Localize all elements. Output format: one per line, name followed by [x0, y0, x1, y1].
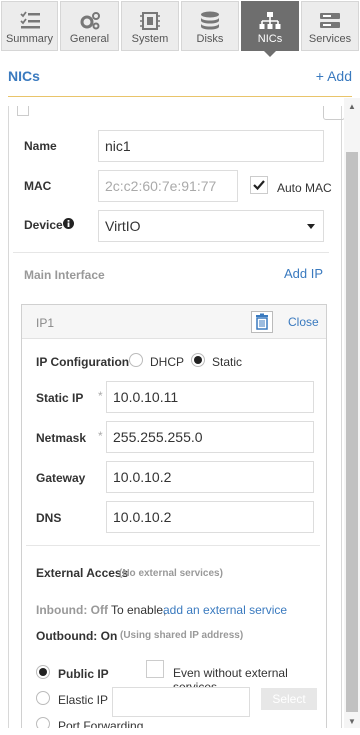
elastic-ip-input[interactable]: [112, 687, 250, 717]
database-icon: [201, 11, 219, 30]
ip-close-button[interactable]: Close: [288, 315, 319, 329]
netmask-label: Netmask: [36, 431, 87, 445]
gears-icon: [80, 12, 100, 30]
add-nic-button[interactable]: + Add: [316, 68, 352, 84]
add-ip-button[interactable]: Add IP: [284, 266, 323, 281]
tab-services-label: Services: [308, 33, 352, 45]
required-mark: *: [98, 429, 103, 443]
ip-delete-button[interactable]: [251, 311, 273, 333]
scrollbar[interactable]: ▲ ▼: [344, 98, 360, 728]
add-external-service-link[interactable]: add an external service: [163, 603, 287, 617]
checkmark-icon: [253, 180, 265, 191]
tab-disks[interactable]: Disks: [181, 1, 239, 51]
tab-system-label: System: [131, 33, 169, 45]
ip-panel: IP1 Close IP Configuration DHCP Static S…: [21, 304, 327, 728]
gateway-input[interactable]: 10.0.10.2: [106, 461, 314, 493]
port-forwarding-label: Port Forwarding: [58, 719, 144, 728]
tab-nics-label: NICs: [257, 33, 283, 45]
device-select-value: VirtIO: [105, 218, 141, 234]
mac-input[interactable]: 2c:c2:60:7e:91:77: [98, 170, 238, 202]
external-access-note: (No external services): [119, 568, 223, 579]
elastic-ip-label: Elastic IP: [58, 693, 109, 707]
auto-mac-label: Auto MAC: [277, 181, 332, 195]
main-interface-label: Main Interface: [24, 268, 105, 282]
tab-nics[interactable]: NICs: [241, 1, 299, 51]
ip-panel-title: IP1: [36, 316, 55, 330]
chevron-down-icon: [307, 224, 315, 229]
netmask-input[interactable]: 255.255.255.0: [106, 421, 314, 453]
outbound-label: Outbound: On: [36, 629, 118, 643]
public-ip-label: Public IP: [58, 667, 109, 681]
static-radio[interactable]: [191, 353, 205, 367]
dhcp-radio[interactable]: [129, 353, 143, 367]
header-divider: [8, 96, 352, 97]
info-icon[interactable]: [63, 218, 74, 229]
auto-mac-checkbox[interactable]: [250, 176, 268, 194]
chip-icon: [140, 12, 160, 30]
services-icon: [320, 13, 340, 28]
device-label: Device: [24, 218, 63, 232]
dns-input[interactable]: 10.0.10.2: [106, 501, 314, 533]
port-forwarding-radio[interactable]: [36, 717, 50, 728]
tab-bar: Summary General System Disks NICs Servic…: [0, 0, 360, 57]
ip-panel-header: IP1 Close: [22, 305, 326, 339]
summary-list-icon: [19, 11, 40, 29]
static-ip-label: Static IP: [36, 391, 84, 405]
public-ip-radio[interactable]: [36, 665, 50, 679]
inbound-text: To enable,: [111, 603, 167, 617]
ip-config-label: IP Configuration: [36, 355, 130, 369]
network-icon: [259, 12, 281, 29]
divider: [26, 545, 320, 546]
nic-list: Name nic1 MAC 2c:c2:60:7e:91:77 Auto MAC…: [0, 98, 344, 728]
tab-services[interactable]: Services: [301, 1, 359, 51]
page-title: NICs: [8, 68, 40, 84]
nic-card: Name nic1 MAC 2c:c2:60:7e:91:77 Auto MAC…: [8, 106, 344, 728]
tab-summary[interactable]: Summary: [1, 1, 58, 51]
scroll-up-icon[interactable]: ▲: [348, 102, 356, 111]
mac-label: MAC: [24, 179, 52, 193]
static-label: Static: [212, 355, 243, 369]
name-label: Name: [24, 139, 57, 153]
drag-handle[interactable]: [17, 106, 29, 116]
tab-summary-label: Summary: [5, 33, 54, 45]
dns-label: DNS: [36, 511, 62, 525]
external-access-label: External Access: [36, 566, 129, 580]
scrollbar-thumb[interactable]: [346, 152, 358, 712]
outbound-note: (Using shared IP address): [120, 630, 244, 641]
elastic-ip-select-button[interactable]: Select: [261, 688, 317, 710]
device-select[interactable]: VirtIO: [98, 210, 324, 242]
nic-delete-button[interactable]: [323, 106, 344, 120]
name-input[interactable]: nic1: [98, 130, 324, 162]
divider: [13, 252, 329, 253]
section-header: NICs + Add: [0, 52, 360, 98]
trash-icon: [256, 313, 268, 330]
gateway-label: Gateway: [36, 471, 86, 485]
tab-general-label: General: [69, 33, 110, 45]
elastic-ip-radio[interactable]: [36, 691, 50, 705]
even-without-checkbox[interactable]: [146, 660, 164, 678]
tab-system[interactable]: System: [121, 1, 179, 51]
static-ip-input[interactable]: 10.0.10.11: [106, 381, 314, 413]
inbound-label: Inbound: Off: [36, 603, 108, 617]
dhcp-label: DHCP: [150, 355, 185, 369]
tab-disks-label: Disks: [196, 33, 224, 45]
scroll-down-icon[interactable]: ▼: [348, 717, 356, 726]
required-mark: *: [98, 389, 103, 403]
tab-general[interactable]: General: [60, 1, 119, 51]
